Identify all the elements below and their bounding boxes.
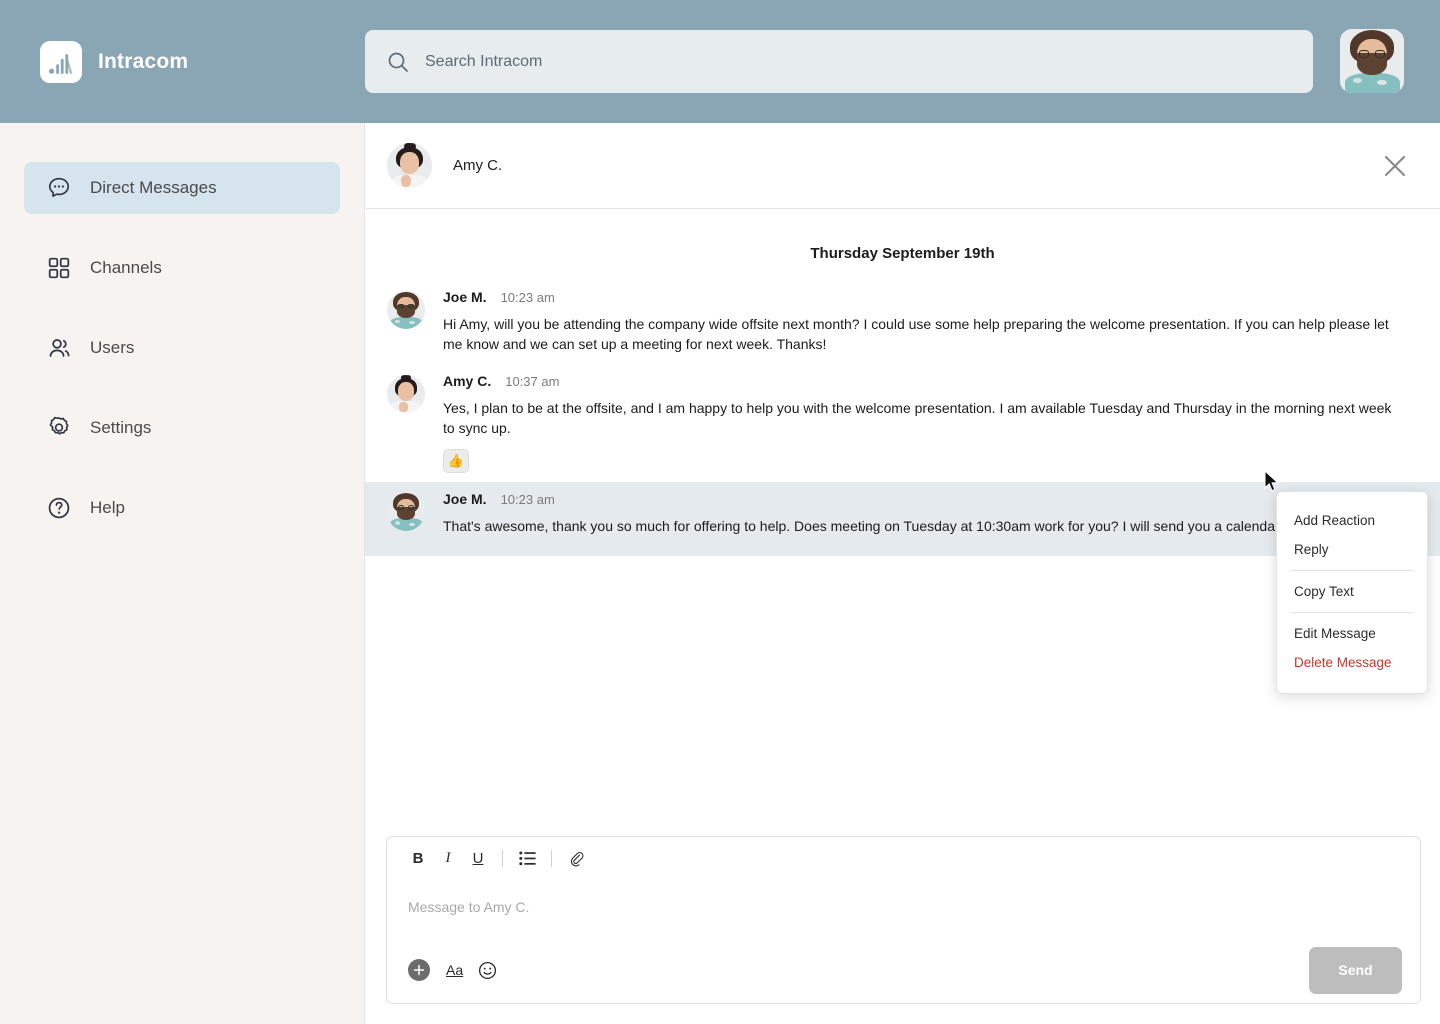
app-title: Intracom [98, 49, 189, 73]
message-item[interactable]: Amy C. 10:37 am Yes, I plan to be at the… [365, 364, 1440, 482]
paperclip-icon [570, 851, 583, 866]
message-author: Joe M. [443, 490, 487, 507]
sidebar-item-label: Users [90, 338, 135, 357]
sidebar-item-settings[interactable]: Settings [24, 402, 340, 454]
message-timestamp: 10:37 am [505, 373, 560, 389]
sidebar-item-help[interactable]: Help [24, 482, 340, 534]
message-text: Hi Amy, will you be attending the compan… [443, 316, 1389, 352]
context-menu-item-add-reaction[interactable]: Add Reaction [1277, 506, 1427, 535]
conversation-title: Amy C. [453, 157, 503, 174]
message-text: Yes, I plan to be at the offsite, and I … [443, 399, 1392, 436]
message-text: That's awesome, thank you so much for of… [443, 517, 1321, 534]
context-menu-divider [1291, 612, 1413, 613]
avatar-image-amy [387, 374, 425, 413]
bulleted-list-icon [518, 851, 536, 865]
context-menu-item-reply[interactable]: Reply [1277, 535, 1427, 564]
message-timestamp: 10:23 am [500, 491, 555, 507]
search-icon [388, 52, 408, 72]
sidebar-item-direct-messages[interactable]: Direct Messages [24, 162, 340, 214]
gear-icon [49, 416, 69, 435]
search-placeholder: Search Intracom [425, 52, 543, 70]
add-attachment-button[interactable] [408, 959, 430, 981]
avatar-image-joe [1340, 29, 1404, 93]
toolbar-divider [551, 849, 552, 867]
attach-link-button[interactable] [563, 845, 589, 871]
message-body: Joe M. 10:23 am Hi Amy, will you be atte… [443, 289, 1404, 355]
sidebar: Direct Messages Channels Users Settings [0, 123, 364, 1024]
text-format-button[interactable]: Aa [446, 962, 463, 978]
composer-actions: Aa Send [387, 937, 1420, 1003]
message-context-menu: Add Reaction Reply Copy Text Edit Messag… [1276, 491, 1428, 694]
context-menu-item-delete-message[interactable]: Delete Message [1277, 648, 1427, 677]
avatar-image-joe [387, 492, 425, 531]
sidebar-item-label: Settings [90, 418, 152, 437]
conversation-panel: Amy C. Thursday September 19th Joe M. 10… [364, 123, 1440, 1024]
date-divider: Thursday September 19th [810, 245, 995, 262]
message-author: Joe M. [443, 289, 487, 305]
message-author: Amy C. [443, 372, 492, 389]
message-meta: Amy C. 10:37 am [443, 373, 1404, 389]
message-timestamp: 10:23 am [500, 290, 555, 305]
context-menu-item-edit-message[interactable]: Edit Message [1277, 619, 1427, 648]
bars-logo-icon [49, 53, 73, 74]
underline-button[interactable]: U [465, 845, 491, 871]
bulleted-list-button[interactable] [514, 845, 540, 871]
avatar [387, 492, 425, 531]
message-body: Joe M. 10:23 am That's awesome, thank yo… [443, 491, 1404, 537]
users-icon [49, 339, 70, 357]
avatar [387, 291, 425, 329]
message-meta: Joe M. 10:23 am [443, 491, 1404, 507]
account-avatar[interactable] [1340, 29, 1404, 93]
sidebar-item-label: Channels [90, 258, 162, 277]
message-meta: Joe M. 10:23 am [443, 289, 1404, 305]
context-menu-divider [1291, 570, 1413, 571]
message-item[interactable]: Joe M. 10:23 am Hi Amy, will you be atte… [365, 280, 1440, 364]
chat-bubble-icon [48, 177, 70, 198]
avatar-image-joe [387, 291, 425, 329]
grid-squares-icon [48, 257, 70, 279]
composer-format-toolbar: B I U [387, 837, 1420, 879]
send-button[interactable]: Send [1309, 946, 1402, 994]
app-logo [40, 40, 82, 83]
plus-circle-icon [413, 964, 425, 976]
brand: Intracom [40, 40, 365, 83]
message-body: Amy C. 10:37 am Yes, I plan to be at the… [443, 373, 1404, 473]
question-circle-icon [48, 497, 70, 519]
sidebar-item-channels[interactable]: Channels [24, 242, 340, 294]
emoji-smiley-icon [479, 961, 497, 979]
avatar [387, 143, 432, 188]
search-input[interactable]: Search Intracom [365, 30, 1313, 93]
context-menu-item-copy-text[interactable]: Copy Text [1277, 577, 1427, 606]
message-composer: B I U Message to Amy C. Aa Send [386, 836, 1421, 1004]
italic-button[interactable]: I [435, 845, 461, 871]
toolbar-divider [502, 849, 503, 867]
reaction-thumbs-up-button[interactable]: 👍 [443, 448, 469, 473]
sidebar-item-label: Direct Messages [90, 178, 217, 197]
avatar-image-amy [387, 143, 432, 188]
sidebar-item-users[interactable]: Users [24, 322, 340, 374]
top-header-bar: Intracom Search Intracom [0, 0, 1440, 123]
close-icon [1384, 155, 1406, 176]
sidebar-item-label: Help [90, 498, 125, 517]
avatar [387, 374, 425, 413]
close-conversation-button[interactable] [1382, 153, 1408, 179]
conversation-header: Amy C. [365, 123, 1440, 209]
message-input[interactable]: Message to Amy C. [387, 879, 1420, 915]
emoji-picker-button[interactable] [478, 961, 497, 980]
bold-button[interactable]: B [405, 845, 431, 871]
